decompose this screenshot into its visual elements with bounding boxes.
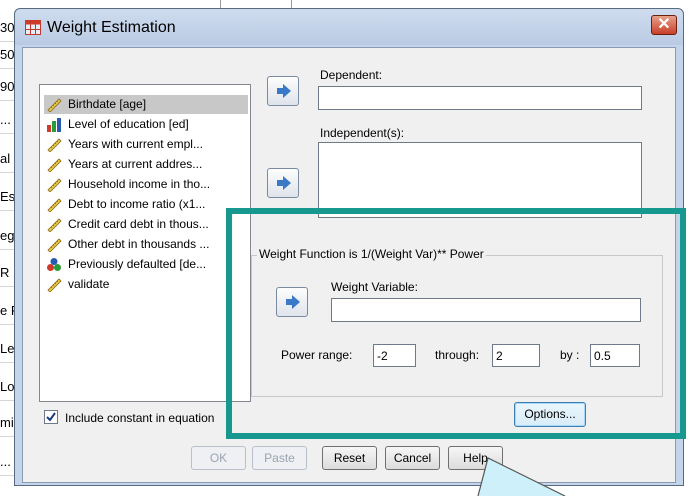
independents-list[interactable] <box>318 142 642 218</box>
dialog-title: Weight Estimation <box>47 19 176 36</box>
variable-label: Years with current empl... <box>68 137 203 151</box>
list-item[interactable]: Birthdate [age] <box>44 95 248 114</box>
list-item[interactable]: Years with current empl... <box>44 135 248 154</box>
variable-label: Birthdate [age] <box>68 97 147 111</box>
cancel-button[interactable]: Cancel <box>385 446 440 470</box>
scale-icon <box>47 218 62 232</box>
variable-list[interactable]: Birthdate [age] Level of education [ed] … <box>39 84 251 402</box>
variable-label: validate <box>68 277 110 291</box>
checkmark-icon <box>46 412 56 422</box>
scale-icon <box>47 158 62 172</box>
reset-button[interactable]: Reset <box>322 446 377 470</box>
list-item[interactable]: validate <box>44 275 248 294</box>
arrow-right-icon <box>277 84 291 98</box>
independents-label: Independent(s): <box>320 126 405 140</box>
list-item[interactable]: Credit card debt in thous... <box>44 215 248 234</box>
variable-label: Household income in tho... <box>68 177 211 191</box>
highlight-box <box>226 208 686 439</box>
scale-icon <box>47 98 62 112</box>
scale-icon <box>47 138 62 152</box>
include-constant-label: Include constant in equation <box>65 411 215 425</box>
scale-icon <box>47 198 62 212</box>
title-bar[interactable]: Weight Estimation ✕ <box>15 9 683 45</box>
nominal-icon <box>47 258 61 271</box>
dependent-label: Dependent: <box>320 68 383 82</box>
list-item[interactable]: Household income in tho... <box>44 175 248 194</box>
scale-icon <box>47 238 62 252</box>
variable-label: Previously defaulted [de... <box>68 257 207 271</box>
scale-icon <box>47 278 62 292</box>
paste-button[interactable]: Paste <box>252 446 307 470</box>
list-item[interactable]: Years at current addres... <box>44 155 248 174</box>
pointer-annotation-icon <box>477 457 566 496</box>
move-to-independents-button[interactable] <box>267 168 299 198</box>
list-item[interactable]: Previously defaulted [de... <box>44 255 248 274</box>
list-item[interactable]: Other debt in thousands ... <box>44 235 248 254</box>
arrow-right-icon <box>277 176 291 190</box>
list-item[interactable]: Level of education [ed] <box>44 115 248 134</box>
variable-label: Years at current addres... <box>68 157 203 171</box>
variable-label: Debt to income ratio (x1... <box>68 197 206 211</box>
close-button[interactable]: ✕ <box>651 15 677 35</box>
bg-column-header <box>220 0 292 8</box>
ok-button[interactable]: OK <box>191 446 246 470</box>
scale-icon <box>47 178 62 192</box>
variable-label: Other debt in thousands ... <box>68 237 210 251</box>
move-to-dependent-button[interactable] <box>267 76 299 106</box>
dependent-field[interactable] <box>318 86 642 110</box>
bar-chart-icon <box>47 118 61 132</box>
table-icon <box>25 20 41 35</box>
variable-label: Level of education [ed] <box>68 117 189 131</box>
variable-label: Credit card debt in thous... <box>68 217 209 231</box>
list-item[interactable]: Debt to income ratio (x1... <box>44 195 248 214</box>
include-constant-checkbox[interactable] <box>44 410 58 424</box>
